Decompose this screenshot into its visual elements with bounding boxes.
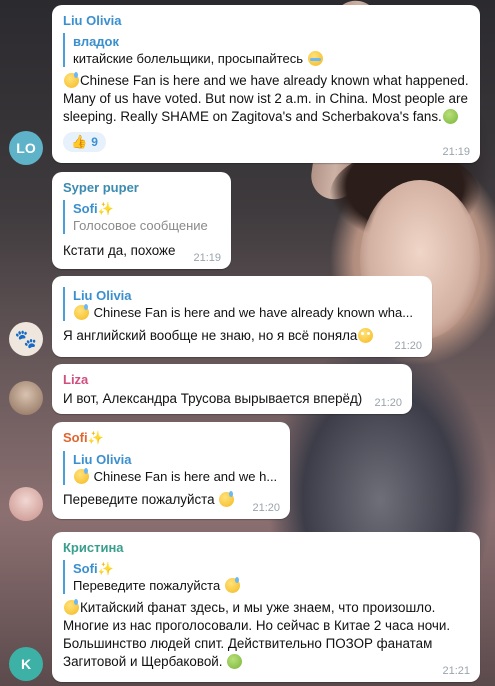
body-line: Китайский фанат здесь, и мы уже знаем, ч… (80, 600, 436, 615)
body-line: sleeping. Really SHAME on Zagitova's and… (63, 109, 442, 124)
reaction-thumbs-up[interactable]: 👍 9 (63, 132, 106, 152)
message-time: 21:20 (374, 397, 402, 409)
reply-quote[interactable]: Sofi✨ Голосовое сообщение (63, 200, 220, 234)
message-time: 21:20 (252, 502, 280, 514)
reply-text: Голосовое сообщение (73, 218, 208, 233)
sweat-smile-emoji-icon (64, 599, 79, 615)
reply-author: Sofi✨ (73, 200, 220, 217)
nauseated-emoji-icon (442, 109, 458, 124)
body-line: Я английский вообще не знаю, но я всё по… (63, 328, 358, 343)
reply-quote[interactable]: Sofi✨ Переведите пожалуйста (63, 560, 469, 594)
avatar[interactable]: LO (9, 131, 43, 165)
message-body: И вот, Александра Трусова вырывается впе… (63, 391, 363, 406)
message-liu-olivia[interactable]: Liu Olivia владок китайские болельщики, … (52, 5, 480, 163)
sender-name[interactable]: Кристина (63, 540, 469, 555)
sweat-smile-emoji-icon (64, 72, 79, 88)
flushed-emoji-icon (358, 328, 374, 343)
reply-author-name: Sofi (73, 561, 98, 576)
reply-author: Liu Olivia (73, 452, 132, 467)
nauseated-emoji-icon (227, 654, 243, 669)
body-line: Many of us have voted. But now ist 2 a.m… (63, 91, 468, 106)
body-line: Переведите пожалуйста (63, 492, 215, 507)
message-liza[interactable]: Liza И вот, Александра Трусова вырываетс… (52, 364, 412, 414)
reply-text: китайские болельщики, просыпайтесь (73, 51, 303, 66)
crying-emoji-icon (307, 51, 323, 66)
message-syper-puper[interactable]: Syper puper Sofi✨ Голосовое сообщение Кс… (52, 172, 231, 269)
avatar[interactable]: 🐾 (9, 322, 43, 356)
creature-avatar-icon: 🐾 (14, 328, 38, 349)
body-line: Большинство людей спит. Действительно ПО… (63, 636, 433, 651)
sender-name[interactable]: Liu Olivia (63, 13, 469, 28)
body-line: Chinese Fan is here and we have already … (80, 73, 469, 88)
sender-name-text: Sofi (63, 430, 88, 445)
sweat-smile-emoji-icon (74, 468, 89, 484)
sender-name[interactable]: Liza (63, 372, 401, 387)
reply-author: Sofi✨ (73, 560, 469, 577)
avatar[interactable] (9, 487, 43, 521)
body-line: Загитовой и Щербаковой. (63, 654, 223, 669)
reply-text: Переведите пожалуйста (73, 578, 221, 593)
sparkles-icon: ✨ (87, 430, 104, 445)
message-sofi[interactable]: Sofi✨ Liu Olivia Chinese Fan is here and… (52, 422, 290, 519)
avatar-initials: LO (16, 140, 36, 156)
sparkles-icon: ✨ (97, 561, 114, 576)
reply-quote[interactable]: Liu Olivia Chinese Fan is here and we h.… (63, 451, 279, 485)
message-body: Я английский вообще не знаю, но я всё по… (63, 327, 421, 345)
sender-name[interactable]: Syper puper (63, 180, 220, 195)
body-line: Многие из нас проголосовали. Но сейчас в… (63, 618, 451, 633)
reply-quote[interactable]: Liu Olivia Chinese Fan is here and we ha… (63, 287, 421, 321)
avatar[interactable]: K (9, 647, 43, 681)
sparkles-icon: ✨ (97, 201, 114, 216)
reply-author: Liu Olivia (73, 288, 132, 303)
sender-name[interactable]: Sofi✨ (63, 430, 279, 446)
thumbs-up-icon: 👍 (71, 134, 88, 149)
message-time: 21:19 (442, 146, 470, 158)
avatar-initials: K (20, 656, 32, 672)
sweat-smile-emoji-icon (219, 491, 235, 507)
avatar[interactable] (9, 381, 43, 415)
message-time: 21:21 (442, 665, 470, 677)
reply-quote[interactable]: владок китайские болельщики, просыпайтес… (63, 33, 469, 67)
reply-author: владок (73, 34, 120, 49)
message-time: 21:20 (394, 340, 422, 352)
message-body: Китайский фанат здесь, и мы уже знаем, ч… (63, 599, 469, 671)
message-reply-liu[interactable]: Liu Olivia Chinese Fan is here and we ha… (52, 276, 432, 357)
reply-text: Chinese Fan is here and we h... (93, 469, 278, 484)
reply-author-name: Sofi (73, 201, 98, 216)
message-body: Chinese Fan is here and we have already … (63, 72, 469, 126)
message-time: 21:19 (193, 252, 221, 264)
sweat-smile-emoji-icon (224, 577, 240, 593)
sweat-smile-emoji-icon (74, 304, 89, 320)
message-kristina[interactable]: Кристина Sofi✨ Переведите пожалуйста Кит… (52, 532, 480, 682)
message-body: Переведите пожалуйста (63, 491, 279, 509)
reaction-count: 9 (91, 135, 98, 149)
reply-text: Chinese Fan is here and we have already … (93, 305, 414, 320)
